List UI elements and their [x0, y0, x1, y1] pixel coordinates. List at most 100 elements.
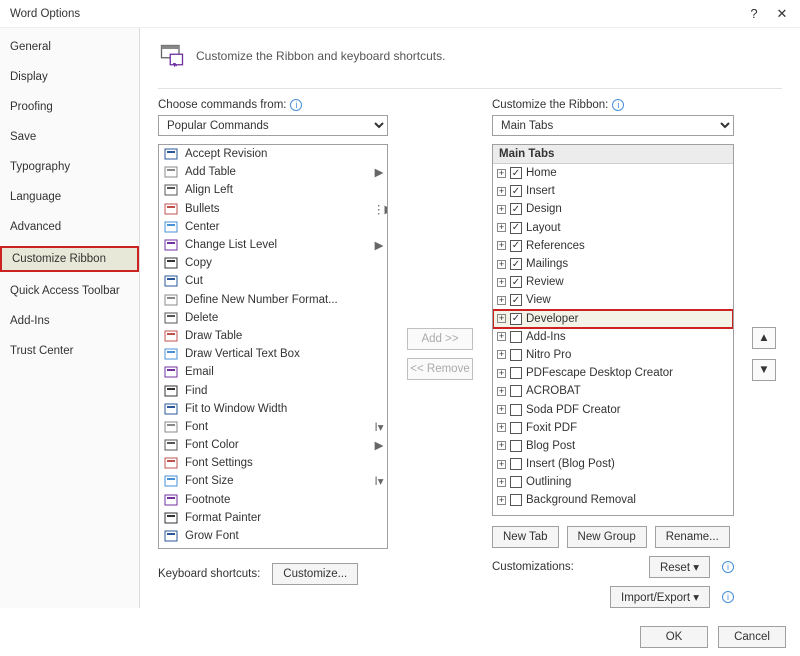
nav-advanced[interactable]: Advanced [0, 216, 139, 238]
expand-toggle[interactable]: + [497, 296, 506, 305]
command-item[interactable]: Font Size I▾ [159, 472, 387, 490]
tab-row-outlining[interactable]: + Outlining [493, 473, 733, 491]
commands-listbox[interactable]: Accept Revision Add Table ▶ Align Left B… [158, 144, 388, 549]
tab-row-design[interactable]: + Design [493, 200, 733, 218]
choose-commands-combo[interactable]: Popular Commands [158, 115, 388, 136]
tab-checkbox[interactable] [510, 294, 522, 306]
tab-row-references[interactable]: + References [493, 237, 733, 255]
expand-toggle[interactable]: + [497, 332, 506, 341]
tab-row-pdfescape-desktop-creator[interactable]: + PDFescape Desktop Creator [493, 364, 733, 382]
reset-button[interactable]: Reset ▾ [649, 556, 710, 578]
tab-row-view[interactable]: + View [493, 291, 733, 309]
expand-toggle[interactable]: + [497, 350, 506, 359]
command-item[interactable]: Font I▾ [159, 418, 387, 436]
command-item[interactable]: Draw Vertical Text Box [159, 345, 387, 363]
expand-toggle[interactable]: + [497, 187, 506, 196]
expand-toggle[interactable]: + [497, 260, 506, 269]
tab-checkbox[interactable] [510, 203, 522, 215]
expand-toggle[interactable]: + [497, 369, 506, 378]
customize-keyboard-button[interactable]: Customize... [272, 563, 358, 585]
tab-checkbox[interactable] [510, 331, 522, 343]
ribbon-combo[interactable]: Main Tabs [492, 115, 734, 136]
nav-customize-ribbon[interactable]: Customize Ribbon [0, 246, 139, 272]
command-item[interactable]: Change List Level ▶ [159, 236, 387, 254]
nav-general[interactable]: General [0, 36, 139, 58]
tab-checkbox[interactable] [510, 258, 522, 270]
tab-row-soda-pdf-creator[interactable]: + Soda PDF Creator [493, 400, 733, 418]
info-icon[interactable]: i [722, 591, 734, 603]
tab-row-acrobat[interactable]: + ACROBAT [493, 382, 733, 400]
help-button[interactable]: ? [740, 6, 768, 21]
command-item[interactable]: Font Color ▶ [159, 436, 387, 454]
move-up-button[interactable]: ▲ [752, 327, 776, 349]
tab-row-layout[interactable]: + Layout [493, 219, 733, 237]
tab-row-developer[interactable]: + Developer [493, 310, 733, 328]
nav-save[interactable]: Save [0, 126, 139, 148]
tab-checkbox[interactable] [510, 404, 522, 416]
command-item[interactable]: Add Table ▶ [159, 163, 387, 181]
remove-button[interactable]: << Remove [407, 358, 473, 380]
tab-checkbox[interactable] [510, 240, 522, 252]
tab-row-insert-blog-post-[interactable]: + Insert (Blog Post) [493, 455, 733, 473]
info-icon[interactable]: i [722, 561, 734, 573]
expand-toggle[interactable]: + [497, 241, 506, 250]
tab-checkbox[interactable] [510, 494, 522, 506]
tab-checkbox[interactable] [510, 422, 522, 434]
nav-proofing[interactable]: Proofing [0, 96, 139, 118]
tab-checkbox[interactable] [510, 167, 522, 179]
tab-checkbox[interactable] [510, 476, 522, 488]
command-item[interactable]: Center [159, 218, 387, 236]
command-item[interactable]: Fit to Window Width [159, 400, 387, 418]
command-item[interactable]: Bullets ⋮▶ [159, 200, 387, 218]
cancel-button[interactable]: Cancel [718, 626, 786, 648]
command-item[interactable]: Cut [159, 272, 387, 290]
nav-display[interactable]: Display [0, 66, 139, 88]
tab-row-add-ins[interactable]: + Add-Ins [493, 328, 733, 346]
command-item[interactable]: Define New Number Format... [159, 291, 387, 309]
nav-quick-access-toolbar[interactable]: Quick Access Toolbar [0, 280, 139, 302]
tab-checkbox[interactable] [510, 185, 522, 197]
expand-toggle[interactable]: + [497, 223, 506, 232]
tab-checkbox[interactable] [510, 367, 522, 379]
command-item[interactable]: Hyperlink... [159, 545, 387, 548]
command-item[interactable]: Draw Table [159, 327, 387, 345]
expand-toggle[interactable]: + [497, 460, 506, 469]
nav-add-ins[interactable]: Add-Ins [0, 310, 139, 332]
tab-checkbox[interactable] [510, 440, 522, 452]
command-item[interactable]: Align Left [159, 181, 387, 199]
command-item[interactable]: Email [159, 363, 387, 381]
add-button[interactable]: Add >> [407, 328, 473, 350]
expand-toggle[interactable]: + [497, 496, 506, 505]
tab-row-mailings[interactable]: + Mailings [493, 255, 733, 273]
command-item[interactable]: Find [159, 381, 387, 399]
command-item[interactable]: Footnote [159, 491, 387, 509]
info-icon[interactable]: i [290, 99, 302, 111]
expand-toggle[interactable]: + [497, 441, 506, 450]
tab-checkbox[interactable] [510, 222, 522, 234]
expand-toggle[interactable]: + [497, 278, 506, 287]
ok-button[interactable]: OK [640, 626, 708, 648]
expand-toggle[interactable]: + [497, 423, 506, 432]
import-export-button[interactable]: Import/Export ▾ [610, 586, 710, 608]
tab-checkbox[interactable] [510, 349, 522, 361]
expand-toggle[interactable]: + [497, 405, 506, 414]
tab-checkbox[interactable] [510, 313, 522, 325]
tabs-treebox[interactable]: Main Tabs + Home+ Insert+ Design+ Layout… [492, 144, 734, 516]
rename-button[interactable]: Rename... [655, 526, 730, 548]
expand-toggle[interactable]: + [497, 314, 506, 323]
tab-checkbox[interactable] [510, 385, 522, 397]
nav-language[interactable]: Language [0, 186, 139, 208]
new-tab-button[interactable]: New Tab [492, 526, 559, 548]
expand-toggle[interactable]: + [497, 169, 506, 178]
command-item[interactable]: Format Painter [159, 509, 387, 527]
command-item[interactable]: Accept Revision [159, 145, 387, 163]
tab-checkbox[interactable] [510, 276, 522, 288]
command-item[interactable]: Copy [159, 254, 387, 272]
tab-row-insert[interactable]: + Insert [493, 182, 733, 200]
tab-row-home[interactable]: + Home [493, 164, 733, 182]
nav-typography[interactable]: Typography [0, 156, 139, 178]
tab-row-nitro-pro[interactable]: + Nitro Pro [493, 346, 733, 364]
close-button[interactable]: ✕ [768, 6, 796, 22]
new-group-button[interactable]: New Group [567, 526, 647, 548]
tab-checkbox[interactable] [510, 458, 522, 470]
